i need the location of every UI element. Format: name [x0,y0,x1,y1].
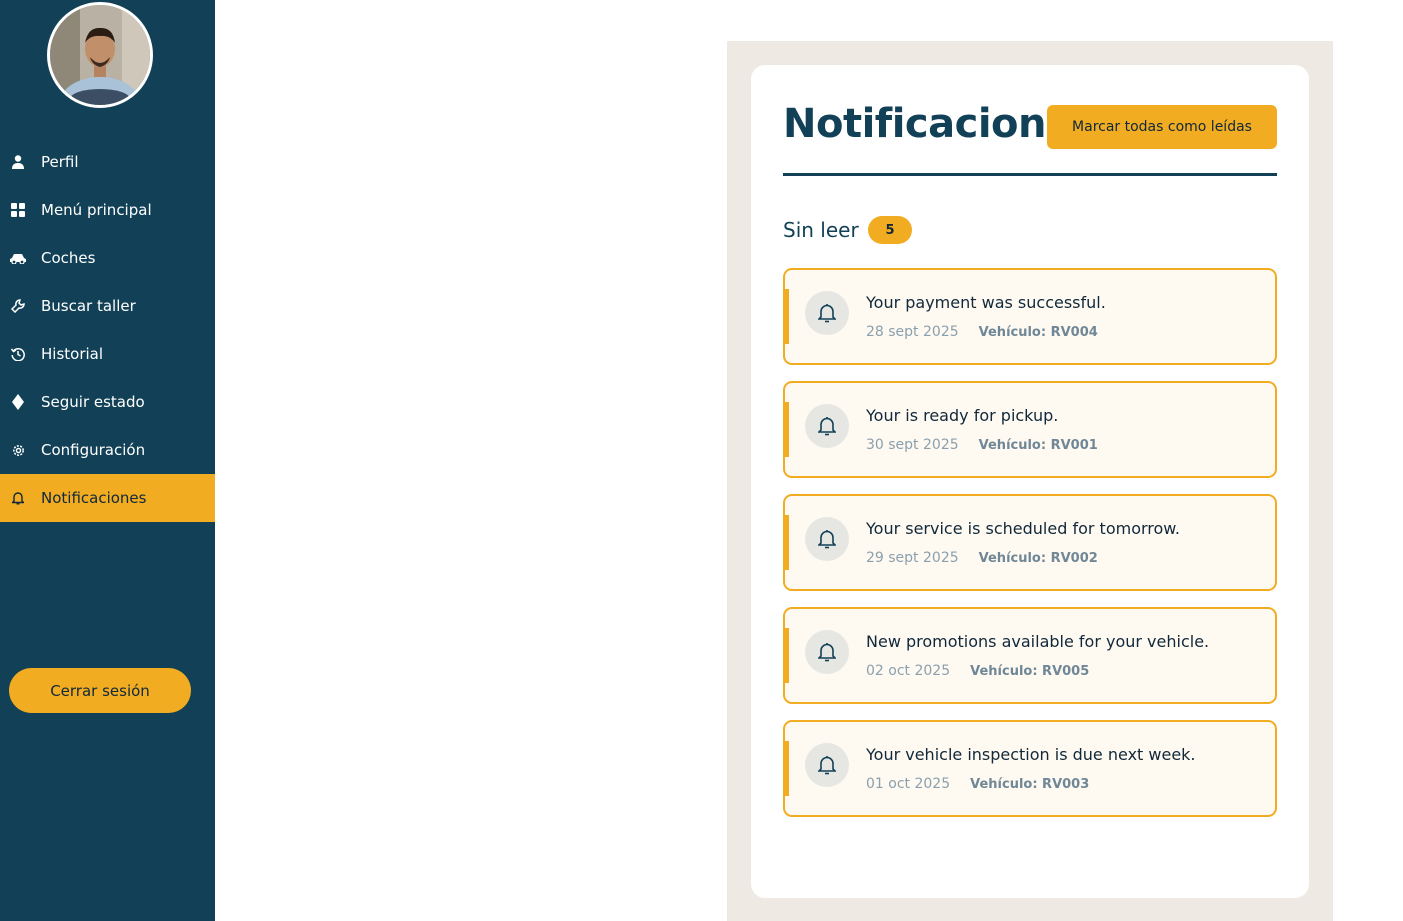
sidebar: Perfil Menú principal Coches Buscar tall… [0,0,215,921]
notification-item[interactable]: Your is ready for pickup. 30 sept 2025 Ve… [783,381,1277,478]
notification-list: Your payment was successful. 28 sept 202… [783,268,1277,833]
sidebar-nav: Perfil Menú principal Coches Buscar tall… [0,138,215,522]
bell-icon [805,743,849,787]
notifications-card: Notificaciones Marcar todas como leídas … [751,65,1309,898]
notification-message: New promotions available for your vehicl… [866,632,1210,651]
notification-message: Your service is scheduled for tomorrow. [866,519,1180,538]
notification-item[interactable]: Your vehicle inspection is due next week… [783,720,1277,817]
notification-item[interactable]: Your payment was successful. 28 sept 202… [783,268,1277,365]
notification-vehicle: Vehículo: RV004 [978,325,1098,340]
bell-icon [805,291,849,335]
user-icon [10,154,26,170]
sidebar-item-label: Historial [41,345,104,363]
notifications-panel: Notificaciones Marcar todas como leídas … [727,41,1333,921]
bell-icon [805,404,849,448]
avatar[interactable] [47,2,153,108]
unread-count-badge: 5 [868,216,912,244]
grid-icon [10,202,26,218]
notification-date: 01 oct 2025 [866,776,951,792]
notification-date: 30 sept 2025 [866,437,959,453]
notification-meta: 02 oct 2025 Vehículo: RV005 [866,663,1089,679]
notification-date: 02 oct 2025 [866,663,951,679]
notification-item[interactable]: Your service is scheduled for tomorrow. … [783,494,1277,591]
sidebar-item-label: Seguir estado [41,393,145,411]
sidebar-item-coches[interactable]: Coches [0,234,215,282]
notification-vehicle: Vehículo: RV005 [970,664,1090,679]
sidebar-item-buscar-taller[interactable]: Buscar taller [0,282,215,330]
gear-icon [10,442,26,458]
notification-meta: 28 sept 2025 Vehículo: RV004 [866,324,1098,340]
notification-vehicle: Vehículo: RV003 [970,777,1090,792]
diamond-icon [10,394,26,410]
notification-date: 28 sept 2025 [866,324,959,340]
notification-meta: 30 sept 2025 Vehículo: RV001 [866,437,1098,453]
bell-icon [805,517,849,561]
logout-button[interactable]: Cerrar sesión [9,668,191,713]
sidebar-item-notificaciones[interactable]: Notificaciones [0,474,215,522]
sidebar-item-label: Buscar taller [41,297,136,315]
bell-icon [10,490,26,506]
sidebar-item-seguir-estado[interactable]: Seguir estado [0,378,215,426]
history-icon [10,346,26,362]
sidebar-item-label: Coches [41,249,96,267]
bell-icon [805,630,849,674]
sidebar-item-label: Menú principal [41,201,152,219]
sidebar-item-label: Configuración [41,441,146,459]
wrench-icon [10,298,26,314]
notification-message: Your vehicle inspection is due next week… [866,745,1196,764]
sidebar-item-label: Notificaciones [41,489,147,507]
sidebar-item-perfil[interactable]: Perfil [0,138,215,186]
notification-vehicle: Vehículo: RV002 [978,551,1098,566]
notification-item[interactable]: New promotions available for your vehicl… [783,607,1277,704]
unread-label: Sin leer [783,218,859,242]
sidebar-item-label: Perfil [41,153,79,171]
user-avatar-photo [50,5,150,105]
notification-message: Your payment was successful. [866,293,1106,312]
notification-meta: 01 oct 2025 Vehículo: RV003 [866,776,1089,792]
notification-meta: 29 sept 2025 Vehículo: RV002 [866,550,1098,566]
notification-vehicle: Vehículo: RV001 [978,438,1098,453]
divider [783,173,1277,176]
notification-date: 29 sept 2025 [866,550,959,566]
sidebar-item-historial[interactable]: Historial [0,330,215,378]
mark-all-read-button[interactable]: Marcar todas como leídas [1047,105,1277,149]
sidebar-item-configuracion[interactable]: Configuración [0,426,215,474]
sidebar-item-menu-principal[interactable]: Menú principal [0,186,215,234]
car-icon [10,250,26,266]
notification-message: Your is ready for pickup. [866,406,1059,425]
